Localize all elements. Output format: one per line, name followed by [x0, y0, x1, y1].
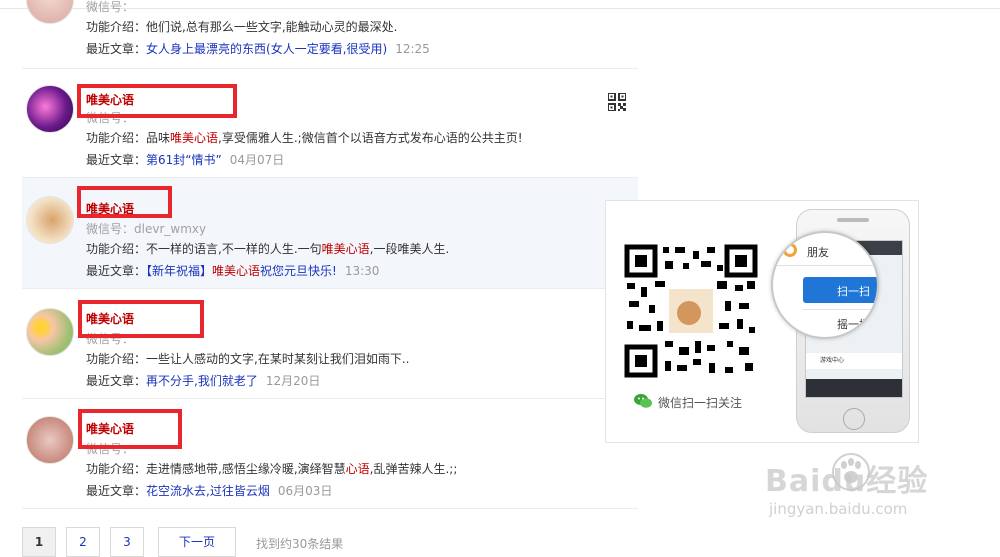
recent-article-link[interactable]: 花空流水去,过往皆云烟 [146, 484, 270, 498]
intro-line: 功能介绍：走进情感地带,感悟尘缘冷暖,演绎智慧心语,乱弹苦辣人生.;; [86, 462, 458, 476]
article-time: 06月03日 [277, 484, 333, 498]
recent-article-line: 最近文章：女人身上最漂亮的东西(女人一定要看,很受用) 12:25 [86, 42, 430, 56]
qr-popup: 微信扫一扫关注 游戏中心 朋友 扫一扫 摇一摇 [605, 200, 919, 443]
article-time: 12月20日 [265, 374, 321, 388]
watermark-brand: Baidu经验 [765, 464, 929, 499]
magnifier: 朋友 扫一扫 摇一摇 [771, 231, 879, 339]
wechat-id: 微信号： [86, 0, 135, 14]
watermark-url: jingyan.baidu.com [769, 500, 908, 518]
article-time: 12:25 [395, 42, 430, 56]
page-button-2[interactable]: 2 [66, 527, 100, 557]
phone-menu-scan: 扫一扫 [837, 285, 870, 298]
recent-article-line: 最近文章：【新年祝福】唯美心语祝您元旦快乐! 13:30 [86, 264, 380, 278]
phone-menu-game: 游戏中心 [806, 353, 902, 369]
annotation-box [78, 300, 204, 338]
annotation-box [77, 186, 172, 218]
recent-article-link[interactable]: 再不分手,我们就老了 [146, 374, 258, 388]
avatar[interactable] [26, 196, 74, 244]
recent-article-line: 最近文章：第61封“情书” 04月07日 [86, 153, 285, 167]
page-button-1[interactable]: 1 [22, 527, 56, 557]
phone-menu-friends: 朋友 [807, 246, 829, 259]
recent-article-link[interactable]: 【新年祝福】唯美心语祝您元旦快乐! [146, 264, 337, 278]
avatar[interactable] [26, 308, 74, 356]
wechat-icon [634, 394, 652, 408]
avatar[interactable] [26, 0, 74, 24]
avatar[interactable] [26, 416, 74, 464]
next-page-button[interactable]: 下一页 [158, 527, 236, 557]
phone-menu-shake: 摇一摇 [837, 318, 870, 331]
scan-to-follow-text: 微信扫一扫关注 [658, 396, 743, 410]
qr-code-icon[interactable] [608, 93, 626, 111]
wechat-id: 微信号：dlevr_wmxy [86, 222, 207, 236]
article-time: 04月07日 [229, 153, 285, 167]
avatar[interactable] [26, 85, 74, 133]
result-item[interactable]: 微信号： 功能介绍：他们说,总有那么一些文字,能触动心灵的最深处. 最近文章：女… [22, 0, 638, 69]
intro-line: 功能介绍：一些让人感动的文字,在某时某刻让我们泪如雨下.. [86, 352, 410, 366]
recent-article-line: 最近文章：花空流水去,过往皆云烟 06月03日 [86, 484, 333, 498]
annotation-box [77, 84, 237, 118]
intro-line: 功能介绍：他们说,总有那么一些文字,能触动心灵的最深处. [86, 20, 398, 34]
recent-article-line: 最近文章：再不分手,我们就老了 12月20日 [86, 374, 321, 388]
annotation-box [78, 409, 182, 449]
intro-line: 功能介绍：不一样的语言,不一样的人生.一句唯美心语,一段唯美人生. [86, 242, 450, 256]
page-button-3[interactable]: 3 [110, 527, 144, 557]
intro-line: 功能介绍：品味唯美心语,享受儒雅人生.;微信首个以语音方式发布心语的公共主页! [86, 131, 523, 145]
recent-article-link[interactable]: 女人身上最漂亮的东西(女人一定要看,很受用) [146, 42, 387, 56]
article-time: 13:30 [344, 264, 380, 278]
baidu-watermark: Baidu经验 jingyan.baidu.com [765, 452, 995, 524]
recent-article-link[interactable]: 第61封“情书” [146, 153, 222, 167]
qr-code [621, 241, 761, 381]
